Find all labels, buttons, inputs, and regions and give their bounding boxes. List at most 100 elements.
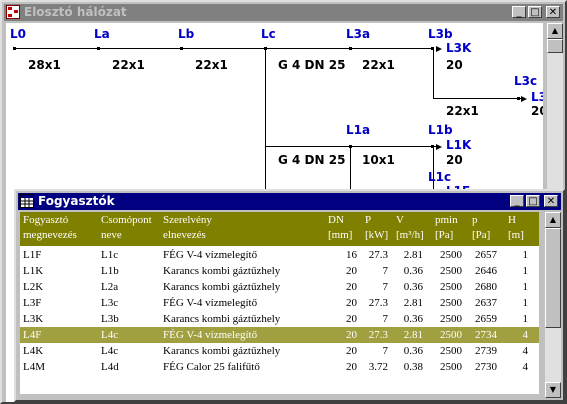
- cell-node: L3c: [101, 297, 119, 309]
- cell-pressure: 2637: [475, 297, 497, 309]
- scroll-thumb[interactable]: [547, 39, 563, 53]
- col-header-consumer[interactable]: Fogyasztó megnevezés: [23, 213, 77, 243]
- cell-power: 27.3: [368, 297, 388, 309]
- cell-fixture: FÉG V-4 vízmelegítő: [163, 297, 258, 309]
- cell-pmin: 2500: [440, 265, 462, 277]
- cell-fixture: FÉG Calor 25 falifűtő: [163, 361, 260, 373]
- node-L0[interactable]: L0: [10, 27, 26, 41]
- cell-pmin: 2500: [440, 329, 462, 341]
- cell-power: 7: [382, 345, 389, 357]
- cell-height: 4: [522, 329, 529, 341]
- cell-power: 7: [382, 265, 389, 277]
- segment-label: 22x1: [195, 58, 228, 72]
- table-row[interactable]: L2K L2a Karancs kombi gáztűzhely 20 7 0.36 250…: [20, 279, 539, 295]
- cell-fixture: FÉG V-4 vízmelegítő: [163, 329, 258, 341]
- cell-height: 1: [522, 249, 529, 261]
- col-header-flow[interactable]: V [m³/h]: [396, 213, 424, 243]
- node-La[interactable]: La: [94, 27, 110, 41]
- col-header-power[interactable]: P [kW]: [365, 213, 388, 243]
- consumers-window-title: Fogyasztók: [38, 194, 115, 208]
- cell-power: 27.3: [368, 329, 388, 341]
- node-Lb[interactable]: Lb: [178, 27, 194, 41]
- table-row[interactable]: L1F L1c FÉG V-4 vízmelegítő 16 27.3 2.81 2500 2…: [20, 247, 539, 263]
- cell-height: 4: [522, 345, 529, 357]
- segment-label: 20: [531, 104, 543, 118]
- pipe-branch: [433, 98, 521, 99]
- cell-flow: 2.81: [403, 297, 423, 309]
- cell-pressure: 2734: [475, 329, 497, 341]
- col-header-dn[interactable]: DN [mm]: [328, 213, 352, 243]
- network-window-titlebar[interactable]: Elosztó hálózat _ □ ✕: [4, 4, 563, 21]
- node-L3c[interactable]: L3c: [514, 74, 537, 88]
- scroll-up-button[interactable]: ▲: [547, 23, 563, 39]
- cell-flow: 0.38: [403, 361, 423, 373]
- segment-label: G 4 DN 25: [278, 58, 346, 72]
- node-L1c[interactable]: L1c: [428, 170, 451, 184]
- cell-height: 1: [522, 265, 529, 277]
- node-L3a[interactable]: L3a: [346, 27, 370, 41]
- table-row[interactable]: L4F L4c FÉG V-4 vízmelegítő 20 27.3 2.81 2500 2…: [20, 327, 539, 343]
- node-L3[interactable]: L3: [531, 90, 543, 104]
- col-header-height[interactable]: H [m]: [508, 213, 524, 243]
- consumers-window: Fogyasztók _ □ ✕ Fogyasztó megnevezés Cso…: [14, 189, 565, 402]
- scroll-up-button[interactable]: ▲: [545, 212, 561, 228]
- cell-pressure: 2680: [475, 281, 497, 293]
- cell-pmin: 2500: [440, 345, 462, 357]
- cell-node: L4c: [101, 329, 119, 341]
- segment-label: 22x1: [362, 58, 395, 72]
- cell-node: L2a: [101, 281, 119, 293]
- node-L3b[interactable]: L3b: [428, 27, 453, 41]
- consumers-vertical-scrollbar[interactable]: ▲ ▼: [545, 212, 561, 398]
- cell-consumer: L1F: [23, 249, 42, 261]
- cell-consumer: L4K: [23, 345, 44, 357]
- node-L1K[interactable]: L1K: [446, 138, 471, 152]
- cell-power: 27.3: [368, 249, 388, 261]
- cell-fixture: FÉG V-4 vízmelegítő: [163, 249, 258, 261]
- maximize-button[interactable]: □: [528, 6, 542, 18]
- cell-flow: 0.36: [403, 281, 423, 293]
- cell-fixture: Karancs kombi gáztűzhely: [163, 265, 281, 277]
- cell-consumer: L1K: [23, 265, 44, 277]
- cell-node: L1c: [101, 249, 119, 261]
- consumers-window-titlebar[interactable]: Fogyasztók _ □ ✕: [18, 193, 561, 210]
- cell-power: 3.72: [368, 361, 388, 373]
- cell-consumer: L4F: [23, 329, 42, 341]
- col-header-node[interactable]: Csomópont neve: [101, 213, 152, 243]
- cell-flow: 0.36: [403, 345, 423, 357]
- cell-height: 1: [522, 281, 529, 293]
- node-marker: [13, 47, 16, 50]
- table-row[interactable]: L4K L4c Karancs kombi gáztűzhely 20 7 0.36 250…: [20, 343, 539, 359]
- cell-consumer: L4M: [23, 361, 45, 373]
- table-icon: [20, 194, 34, 208]
- node-L1b[interactable]: L1b: [428, 123, 453, 137]
- col-header-fixture[interactable]: Szerelvény elnevezés: [163, 213, 212, 243]
- col-header-pmin[interactable]: pmin [Pa]: [435, 213, 458, 243]
- minimize-button[interactable]: _: [510, 195, 524, 207]
- node-L3K[interactable]: L3K: [446, 41, 471, 55]
- close-button[interactable]: ✕: [546, 6, 560, 18]
- cell-flow: 2.81: [403, 249, 423, 261]
- cell-dn: 20: [346, 265, 357, 277]
- scroll-thumb[interactable]: [545, 228, 561, 328]
- minimize-button[interactable]: _: [512, 6, 526, 18]
- table-row[interactable]: L3F L3c FÉG V-4 vízmelegítő 20 27.3 2.81 2500 2…: [20, 295, 539, 311]
- cell-pressure: 2646: [475, 265, 497, 277]
- scroll-down-button[interactable]: ▼: [545, 382, 561, 398]
- node-L1a[interactable]: L1a: [346, 123, 370, 137]
- node-marker: [180, 47, 183, 50]
- col-header-pressure[interactable]: p [Pa]: [472, 213, 490, 243]
- cell-pmin: 2500: [440, 297, 462, 309]
- table-row[interactable]: L1K L1b Karancs kombi gáztűzhely 20 7 0.36 250…: [20, 263, 539, 279]
- cell-fixture: Karancs kombi gáztűzhely: [163, 313, 281, 325]
- node-marker: [349, 47, 352, 50]
- close-button[interactable]: ✕: [544, 195, 558, 207]
- node-Lc[interactable]: Lc: [261, 27, 276, 41]
- cell-flow: 0.36: [403, 313, 423, 325]
- table-row[interactable]: L4M L4d FÉG Calor 25 falifűtő 20 3.72 0.38 250…: [20, 359, 539, 375]
- cell-dn: 20: [346, 281, 357, 293]
- table-header: Fogyasztó megnevezés Csomópont neve Szerel…: [20, 212, 539, 246]
- segment-label: G 4 DN 25: [278, 153, 346, 167]
- cell-pressure: 2657: [475, 249, 497, 261]
- table-row[interactable]: L3K L3b Karancs kombi gáztűzhely 20 7 0.36 250…: [20, 311, 539, 327]
- maximize-button[interactable]: □: [526, 195, 540, 207]
